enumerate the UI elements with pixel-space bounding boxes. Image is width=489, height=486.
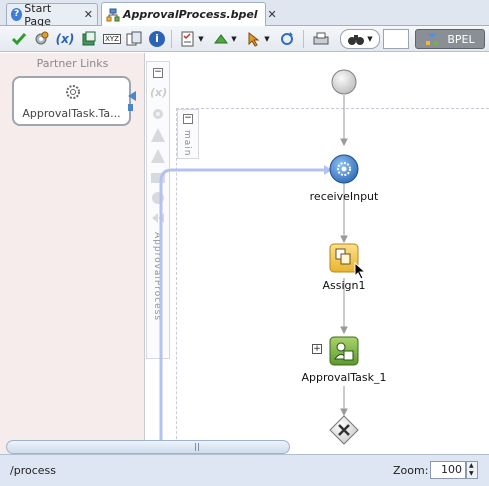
toolbar-separator [171, 30, 172, 48]
zoom-input[interactable]: 100 [430, 461, 466, 479]
bpel-diagram-icon [426, 33, 439, 45]
pointer-tool-icon [248, 31, 260, 47]
chevron-down-icon: ▼ [264, 35, 270, 43]
tab-start-page[interactable]: ? Start Page ✕ [6, 1, 98, 28]
bpel-view-toggle[interactable]: BPEL [415, 29, 485, 49]
toolbar-separator [303, 30, 304, 48]
editor-tab-bar: ? Start Page ✕ ApprovalProcess.bpel ✕ [0, 0, 489, 28]
xsd-button[interactable]: XYZ [103, 29, 121, 49]
zoom-spinner[interactable]: ▲ ▼ [466, 461, 478, 479]
gear-icon [35, 31, 49, 45]
bpel-editor-window: ? Start Page ✕ ApprovalProcess.bpel ✕ (x… [0, 0, 489, 486]
human-task-icon[interactable] [329, 336, 359, 366]
properties-button[interactable] [80, 29, 98, 49]
tab-label: Start Page [24, 1, 52, 28]
partner-link-connection [159, 168, 326, 443]
copy-icon [126, 31, 142, 46]
start-node [331, 69, 357, 95]
variable-icon: (x) [55, 32, 75, 46]
chevron-up-icon[interactable]: ▲ [469, 462, 474, 469]
close-icon[interactable]: ✕ [84, 8, 93, 21]
print-button[interactable] [310, 29, 332, 49]
process-flow [159, 69, 357, 443]
validate-button[interactable] [10, 29, 28, 49]
xpath-status: /process [10, 464, 56, 477]
pointer-menu-button[interactable]: ▼ [243, 29, 273, 49]
approval-task-label: ApprovalTask_1 [301, 371, 387, 384]
chevron-down-icon: ▼ [198, 35, 204, 43]
checkmark-icon [11, 33, 27, 46]
assign1-label: Assign1 [322, 279, 366, 292]
partner-link-approval-task[interactable]: ApprovalTask.Ta... [12, 76, 136, 126]
mouse-cursor-icon [354, 262, 367, 280]
end-node-icon[interactable] [329, 415, 359, 445]
checklist-icon [181, 31, 194, 47]
search-input[interactable] [383, 29, 409, 49]
expand-icon[interactable]: + [312, 344, 322, 354]
connector-port [128, 104, 133, 111]
info-icon: i [149, 31, 165, 47]
help-icon: ? [11, 8, 23, 21]
tab-approval-process[interactable]: ApprovalProcess.bpel ✕ [101, 2, 277, 26]
chevron-down-icon[interactable]: ▼ [469, 470, 474, 477]
gear-icon [66, 85, 80, 99]
bpel-process-canvas[interactable]: − (x) ApprovalProcess − main receiveInpu… [146, 53, 489, 454]
printer-icon [313, 32, 329, 45]
receive-input-label: receiveInput [309, 190, 379, 203]
zoom-label: Zoom: [393, 464, 429, 477]
status-bar: /process Zoom: 100 ▲ ▼ [0, 454, 489, 486]
add-activity-menu-button[interactable]: ▼ [210, 29, 240, 49]
properties-icon [82, 31, 96, 46]
xsd-icon: XYZ [103, 34, 121, 44]
scroll-grip-icon [195, 443, 199, 451]
settings-button[interactable] [32, 29, 50, 49]
checklist-menu-button[interactable]: ▼ [177, 29, 207, 49]
arrow-left-icon [128, 91, 136, 101]
partner-links-pane: Partner Links ApprovalTask.Ta... [0, 53, 145, 454]
copy-button[interactable] [125, 29, 143, 49]
bpel-toolbar: (x) XYZ i ▼ ▼ ▼ ▼ BPEL [0, 26, 489, 52]
find-menu-button[interactable]: ▼ [340, 29, 380, 49]
binoculars-icon [348, 35, 365, 45]
refresh-button[interactable] [278, 29, 296, 49]
tab-label: ApprovalProcess.bpel [123, 8, 258, 21]
add-activity-icon [214, 34, 229, 44]
refresh-icon [281, 32, 293, 45]
receive-activity-icon[interactable] [328, 153, 360, 185]
partner-link-label: ApprovalTask.Ta... [22, 107, 121, 120]
info-button[interactable]: i [148, 29, 166, 49]
close-icon[interactable]: ✕ [268, 8, 277, 21]
horizontal-scrollbar[interactable] [6, 440, 290, 454]
bpel-view-label: BPEL [447, 32, 475, 46]
partner-links-title: Partner Links [36, 57, 109, 70]
variables-button[interactable]: (x) [55, 29, 75, 49]
bpel-process-icon [106, 8, 120, 22]
chevron-down-icon: ▼ [367, 35, 373, 43]
chevron-down-icon: ▼ [231, 35, 237, 43]
